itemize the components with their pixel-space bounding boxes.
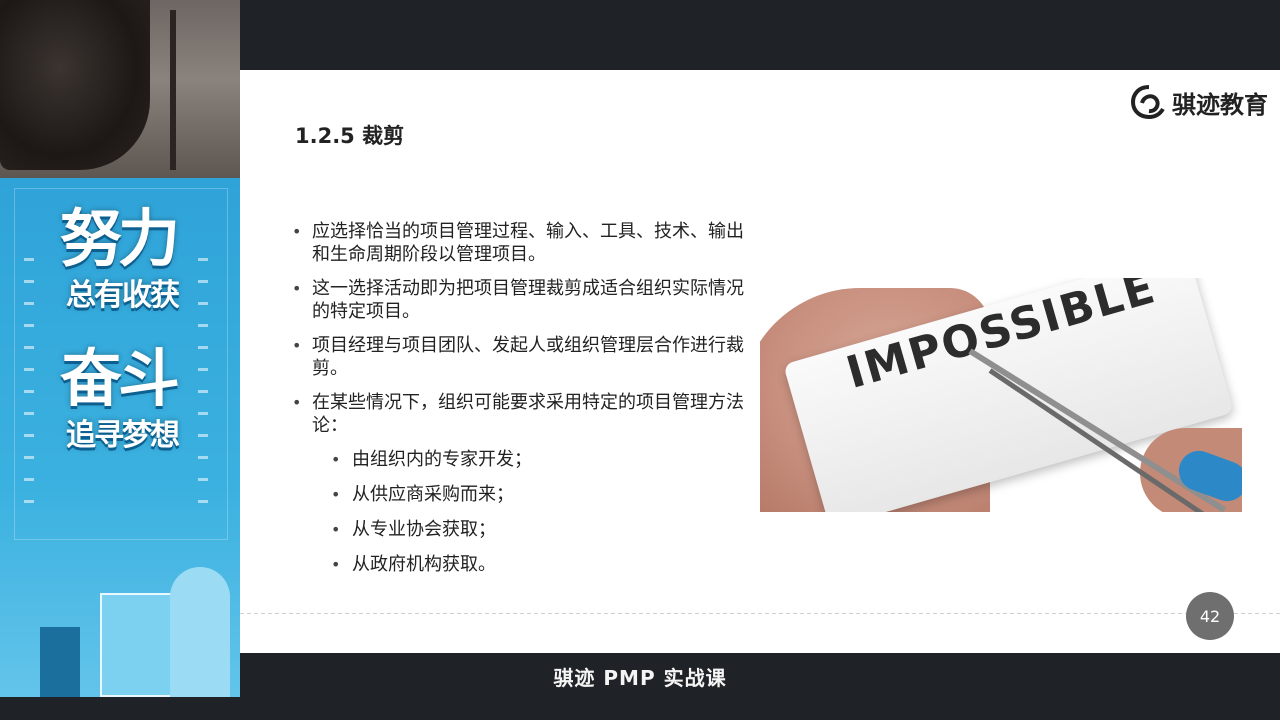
bullet-item: 应选择恰当的项目管理过程、输入、工具、技术、输出和生命周期阶段以管理项目。 bbox=[292, 220, 757, 266]
bullet-item: 这一选择活动即为把项目管理裁剪成适合组织实际情况的特定项目。 bbox=[292, 277, 757, 323]
sub-bullet-item: 从专业协会获取； bbox=[292, 518, 757, 541]
webcam-feed bbox=[0, 0, 240, 178]
brand-name: 骐迹教育 bbox=[1172, 90, 1268, 119]
motivational-poster: 努力 总有收获 奋斗 追寻梦想 bbox=[0, 178, 240, 697]
sub-bullet-item: 由组织内的专家开发； bbox=[292, 448, 757, 471]
brand-logo-icon bbox=[1130, 85, 1165, 120]
brand-logo: 骐迹教育 bbox=[1130, 84, 1268, 120]
headphone-cable bbox=[170, 10, 176, 170]
left-video-panel: 努力 总有收获 奋斗 追寻梦想 bbox=[0, 0, 240, 697]
sub-bullet-item: 从供应商采购而来； bbox=[292, 483, 757, 506]
sub-bullet-item: 从政府机构获取。 bbox=[292, 553, 757, 576]
presenter-head bbox=[0, 0, 150, 170]
impossible-scissors-image: IMPOSSIBLE bbox=[760, 278, 1242, 512]
poster-line-4: 追寻梦想 bbox=[66, 418, 180, 453]
poster-line-2: 总有收获 bbox=[66, 278, 180, 313]
poster-dots-right bbox=[198, 258, 208, 518]
poster-line-1: 努力 bbox=[60, 202, 180, 275]
page-number-badge: 42 bbox=[1186, 592, 1234, 640]
slide-heading: 1.2.5 裁剪 bbox=[295, 124, 405, 148]
poster-dots-left bbox=[24, 258, 34, 518]
slide-content: 应选择恰当的项目管理过程、输入、工具、技术、输出和生命周期阶段以管理项目。 这一… bbox=[292, 220, 757, 588]
bullet-item: 在某些情况下，组织可能要求采用特定的项目管理方法论： bbox=[292, 391, 757, 437]
poster-line-3: 奋斗 bbox=[60, 342, 180, 415]
course-caption: 骐迹 PMP 实战课 bbox=[553, 666, 727, 690]
presentation-slide: 骐迹教育 1.2.5 裁剪 应选择恰当的项目管理过程、输入、工具、技术、输出和生… bbox=[240, 70, 1280, 653]
bullet-item: 项目经理与项目团队、发起人或组织管理层合作进行裁剪。 bbox=[292, 334, 757, 380]
bullet-list: 应选择恰当的项目管理过程、输入、工具、技术、输出和生命周期阶段以管理项目。 这一… bbox=[292, 220, 757, 576]
slide-divider bbox=[240, 613, 1280, 614]
